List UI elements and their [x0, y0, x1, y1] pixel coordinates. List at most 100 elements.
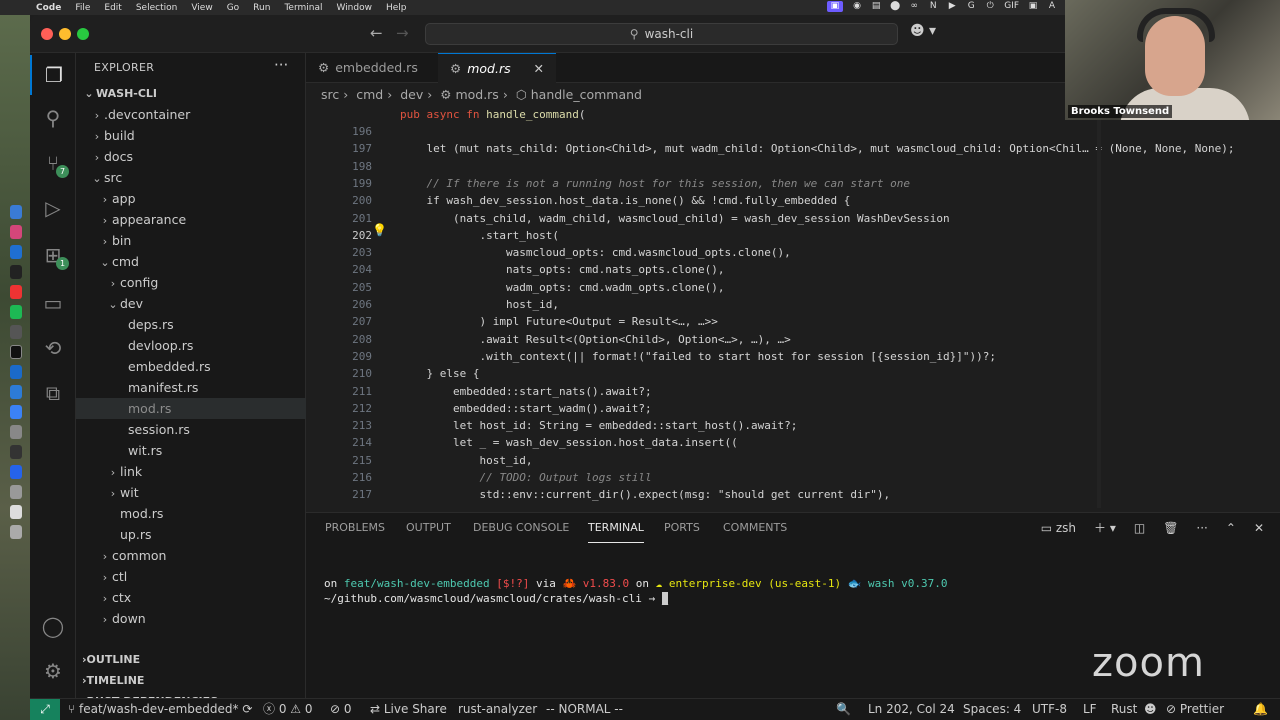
code-line[interactable]: 200 if wash_dev_session.host_data.is_non…: [306, 192, 1149, 209]
more-actions-icon[interactable]: ···: [1196, 513, 1207, 543]
tray-icon[interactable]: ▶: [947, 1, 957, 12]
settings-gear-icon[interactable]: ⚙: [30, 651, 76, 691]
menu-window[interactable]: Window: [336, 3, 372, 13]
app-icon[interactable]: [10, 265, 22, 279]
tree-item[interactable]: session.rs: [76, 419, 306, 440]
menu-selection[interactable]: Selection: [136, 3, 177, 13]
tree-item[interactable]: ⌄ dev: [76, 293, 306, 314]
code-line[interactable]: 214 let _ = wash_dev_session.host_data.i…: [306, 434, 1149, 451]
tree-item[interactable]: › docs: [76, 146, 306, 167]
code-line[interactable]: 215 host_id,: [306, 452, 1149, 469]
breadcrumb-item[interactable]: mod.rs: [455, 87, 498, 102]
prettier-status[interactable]: ⊘ Prettier: [1166, 699, 1224, 720]
menu-go[interactable]: Go: [227, 3, 239, 13]
new-terminal-icon[interactable]: ＋ ▾: [1094, 513, 1116, 543]
zoom-window-button[interactable]: [77, 28, 89, 40]
tree-item[interactable]: › .devcontainer: [76, 104, 306, 125]
breadcrumb-item[interactable]: src: [321, 87, 339, 102]
code-line[interactable]: 205 wadm_opts: cmd.wadm_opts.clone(),: [306, 279, 1149, 296]
more-actions-icon[interactable]: ···: [274, 56, 288, 74]
tree-item[interactable]: › common: [76, 545, 306, 566]
tree-item[interactable]: › config: [76, 272, 306, 293]
app-icon[interactable]: [10, 225, 22, 239]
power-icon[interactable]: ⏻: [985, 1, 995, 12]
section-outline[interactable]: ›OUTLINE: [76, 649, 306, 670]
tree-item[interactable]: › app: [76, 188, 306, 209]
code-line[interactable]: 201 (nats_child, wadm_child, wasmcloud_c…: [306, 210, 1149, 227]
code-line[interactable]: 210 } else {: [306, 365, 1149, 382]
code-line[interactable]: 207 ) impl Future<Output = Result<…, …>>: [306, 313, 1149, 330]
notifications-bell-icon[interactable]: 🔔: [1253, 699, 1268, 720]
code-line[interactable]: 209 .with_context(|| format!("failed to …: [306, 348, 1149, 365]
code-line[interactable]: 213 let host_id: String = embedded::star…: [306, 417, 1149, 434]
tree-item[interactable]: › ctx: [76, 587, 306, 608]
code-line[interactable]: 217 std::env::current_dir().expect(msg: …: [306, 486, 1149, 503]
remote-explorer-icon[interactable]: ▭: [30, 283, 76, 323]
back-arrow-icon[interactable]: ←: [370, 24, 383, 42]
close-panel-icon[interactable]: ✕: [1254, 513, 1264, 543]
app-icon[interactable]: [10, 285, 22, 299]
notion-icon[interactable]: [10, 345, 22, 359]
tray-icon[interactable]: G: [966, 1, 976, 12]
trash-icon[interactable]: 🗑: [1163, 513, 1178, 543]
zoom-icon[interactable]: [10, 385, 22, 399]
editor-scrollbar[interactable]: [1097, 106, 1101, 508]
account-icon[interactable]: ◯: [30, 606, 76, 646]
tree-item[interactable]: wit.rs: [76, 440, 306, 461]
panel-tab-terminal[interactable]: TERMINAL: [588, 513, 644, 543]
menu-file[interactable]: File: [75, 3, 90, 13]
panel-tab-output[interactable]: OUTPUT: [406, 513, 451, 543]
tree-item[interactable]: embedded.rs: [76, 356, 306, 377]
app-icon[interactable]: [10, 485, 22, 499]
search-icon[interactable]: ⚲: [30, 98, 76, 138]
meeting-icon[interactable]: ▣: [826, 1, 844, 12]
tree-item[interactable]: › down: [76, 608, 306, 629]
terminal-input-line[interactable]: ~/github.com/wasmcloud/wasmcloud/crates/…: [324, 591, 669, 606]
minimize-window-button[interactable]: [59, 28, 71, 40]
zoom-status-icon[interactable]: 🔍: [836, 699, 851, 720]
code-editor[interactable]: pub async fn handle_command( 196 197 let …: [306, 106, 1280, 508]
code-line[interactable]: 196: [306, 123, 1149, 140]
breadcrumb-item[interactable]: handle_command: [531, 87, 642, 102]
code-line[interactable]: 206 host_id,: [306, 296, 1149, 313]
menu-edit[interactable]: Edit: [104, 3, 121, 13]
git-branch-status[interactable]: ⑂ feat/wash-dev-embedded* ⟳: [68, 699, 252, 720]
code-line[interactable]: 204 nats_opts: cmd.nats_opts.clone(),: [306, 261, 1149, 278]
terminal-shell-selector[interactable]: ▭ zsh: [1041, 513, 1076, 543]
spotify-icon[interactable]: [10, 305, 22, 319]
menu-view[interactable]: View: [191, 3, 212, 13]
tray-icon[interactable]: ▣: [1028, 1, 1038, 12]
notion-icon[interactable]: N: [928, 1, 938, 12]
tree-item[interactable]: › ctl: [76, 566, 306, 587]
trash-icon[interactable]: [10, 525, 22, 539]
maximize-panel-icon[interactable]: ⌃: [1226, 513, 1236, 543]
split-terminal-icon[interactable]: ◫: [1134, 513, 1145, 543]
tray-icon[interactable]: ◉: [852, 1, 862, 12]
panel-tab-debug-console[interactable]: DEBUG CONSOLE: [473, 513, 569, 543]
live-share-icon[interactable]: ⟲: [30, 328, 76, 368]
tray-icon[interactable]: ⬤: [890, 1, 900, 12]
close-window-button[interactable]: [41, 28, 53, 40]
sticky-scroll-line[interactable]: pub async fn handle_command(: [306, 106, 1149, 123]
copilot-status-icon[interactable]: ☻: [1144, 699, 1157, 720]
finder-icon[interactable]: [10, 205, 22, 219]
section-timeline[interactable]: ›TIMELINE: [76, 670, 306, 691]
tree-item[interactable]: mod.rs: [76, 398, 306, 419]
app-icon[interactable]: [10, 325, 22, 339]
command-center-search[interactable]: ⚲ wash-cli: [425, 23, 898, 45]
tree-item[interactable]: devloop.rs: [76, 335, 306, 356]
tab-mod-rs[interactable]: ⚙ mod.rs ✕: [438, 53, 556, 83]
app-icon[interactable]: [10, 465, 22, 479]
extensions-icon[interactable]: ⊞ 1: [30, 235, 76, 275]
tree-item[interactable]: deps.rs: [76, 314, 306, 335]
code-line[interactable]: 197 let (mut nats_child: Option<Child>, …: [306, 140, 1234, 157]
breadcrumb-item[interactable]: dev: [400, 87, 423, 102]
testing-icon[interactable]: ⧉: [30, 373, 76, 413]
panel-tab-comments[interactable]: COMMENTS: [723, 513, 787, 543]
tab-embedded-rs[interactable]: ⚙ embedded.rs: [306, 53, 438, 83]
breadcrumb-item[interactable]: cmd: [356, 87, 383, 102]
copilot-icon[interactable]: ☻ ▾: [910, 23, 936, 39]
gif-icon[interactable]: GIF: [1004, 1, 1019, 12]
explorer-root[interactable]: ⌄ WASH-CLI: [76, 83, 306, 104]
source-control-icon[interactable]: ⑂ 7: [30, 143, 76, 183]
